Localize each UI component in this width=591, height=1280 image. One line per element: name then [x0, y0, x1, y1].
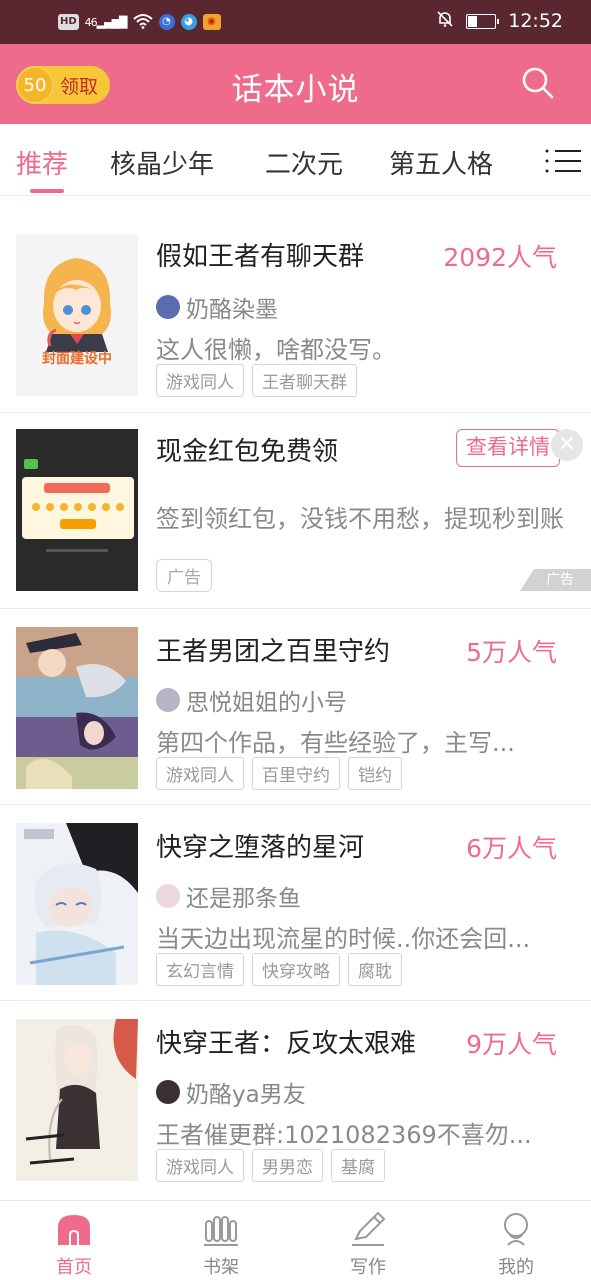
network-type: 46	[84, 15, 98, 29]
status-right: 12:52	[436, 10, 563, 32]
battery-level	[468, 15, 477, 27]
book-cover[interactable]: 封面建设中	[16, 234, 138, 396]
search-icon[interactable]	[521, 66, 555, 100]
book-description: 这人很懒，啥都没写。	[156, 336, 396, 364]
ad-item[interactable]: 现金红包免费领 查看详情 × 签到领红包，没钱不用愁，提现秒到账 广告 广告	[0, 412, 591, 608]
app-title: 话本小说	[231, 72, 360, 108]
tab-identity-v[interactable]: 第五人格	[389, 144, 493, 181]
weibo-icon: ◉	[202, 14, 221, 30]
tag[interactable]: 游戏同人	[156, 364, 244, 397]
ad-label: 广告	[156, 559, 212, 592]
tab-hejing-shaonian[interactable]: 核晶少年	[110, 144, 214, 181]
ad-cover[interactable]	[16, 429, 138, 591]
bookshelf-icon	[203, 1211, 239, 1247]
tag[interactable]: 男男恋	[252, 1149, 323, 1182]
home-icon	[56, 1211, 92, 1247]
avatar	[156, 295, 180, 319]
tag[interactable]: 玄幻言情	[156, 953, 244, 986]
tab-recommend[interactable]: 推荐	[16, 144, 68, 181]
tag[interactable]: 快穿攻略	[252, 953, 340, 986]
book-cover[interactable]	[16, 627, 138, 789]
hd-indicator: HD	[58, 14, 79, 30]
avatar	[156, 688, 180, 712]
popularity: 5万人气	[466, 638, 557, 667]
nav-home[interactable]: 首页	[14, 1209, 134, 1279]
browser-icon: ◕	[180, 14, 197, 30]
list-item[interactable]: 王者男团之百里守约 5万人气 思悦姐姐的小号 第四个作品，有些经验了，主写...…	[0, 608, 591, 804]
tag[interactable]: 王者聊天群	[252, 364, 357, 397]
bottom-nav: 首页 书架 写作 我的	[0, 1200, 591, 1280]
tag-list: 游戏同人 王者聊天群	[156, 364, 357, 397]
book-title[interactable]: 快穿之堕落的星河	[156, 827, 364, 864]
tag[interactable]: 百里守约	[252, 757, 340, 790]
book-title[interactable]: 王者男团之百里守约	[156, 631, 390, 668]
pen-icon	[350, 1211, 386, 1247]
ad-badge: 广告	[520, 569, 591, 591]
tab-erciyuan[interactable]: 二次元	[265, 144, 343, 181]
list-item[interactable]: 快穿王者：反攻太艰难 9万人气 奶酪ya男友 王者催更群:1021082369不…	[0, 1000, 591, 1198]
book-title[interactable]: 假如王者有聊天群	[156, 236, 364, 273]
nav-label: 首页	[56, 1257, 92, 1278]
menu-icon[interactable]	[545, 146, 585, 176]
author-row[interactable]: 奶酪ya男友	[156, 1075, 306, 1109]
tag[interactable]: 腐耽	[348, 953, 402, 986]
book-description: 第四个作品，有些经验了，主写...	[156, 729, 515, 757]
list-item[interactable]: 封面建设中 假如王者有聊天群 2092人气 奶酪染墨 这人很懒，啥都没写。 游戏…	[0, 214, 591, 410]
wifi-icon	[132, 13, 153, 32]
tag[interactable]: 基腐	[331, 1149, 385, 1182]
book-description: 当天边出现流星的时候..你还会回...	[156, 925, 531, 953]
book-cover[interactable]	[16, 823, 138, 985]
nav-bookshelf[interactable]: 书架	[161, 1209, 281, 1279]
nav-profile[interactable]: 我的	[456, 1209, 576, 1279]
book-cover[interactable]	[16, 1019, 138, 1181]
author-row[interactable]: 还是那条鱼	[156, 879, 301, 913]
active-tab-indicator	[30, 189, 64, 193]
tag-list: 玄幻言情 快穿攻略 腐耽	[156, 953, 402, 986]
tag[interactable]: 铠约	[348, 757, 402, 790]
book-description: 王者催更群:1021082369不喜勿...	[156, 1121, 532, 1149]
author-name: 奶酪染墨	[186, 297, 278, 323]
author-name: 还是那条鱼	[186, 886, 301, 912]
nav-label: 我的	[498, 1257, 534, 1278]
signal-icon: 46▂▄▆█	[84, 15, 128, 29]
messenger-icon: ◔	[158, 14, 175, 30]
bell-off-icon	[436, 10, 454, 32]
author-name: 奶酪ya男友	[186, 1082, 306, 1108]
ad-description: 签到领红包，没钱不用愁，提现秒到账	[156, 505, 564, 533]
tag[interactable]: 游戏同人	[156, 1149, 244, 1182]
battery-icon	[466, 13, 500, 29]
ad-title[interactable]: 现金红包免费领	[156, 431, 338, 468]
avatar	[156, 884, 180, 908]
popularity: 2092人气	[443, 243, 557, 272]
nav-label: 书架	[203, 1257, 239, 1278]
author-row[interactable]: 奶酪染墨	[156, 290, 278, 324]
close-icon[interactable]: ×	[551, 429, 583, 461]
tag[interactable]: 游戏同人	[156, 757, 244, 790]
cover-placeholder-text: 封面建设中	[42, 351, 112, 367]
nav-label: 写作	[350, 1257, 386, 1278]
clock: 12:52	[508, 10, 563, 32]
view-details-button[interactable]: 查看详情	[456, 429, 560, 467]
nav-write[interactable]: 写作	[308, 1209, 428, 1279]
tag-list: 游戏同人 百里守约 铠约	[156, 757, 402, 790]
category-tabs: 推荐 核晶少年 二次元 第五人格	[0, 124, 591, 196]
status-left: HD 46▂▄▆█ ◔ ◕ ◉	[58, 12, 221, 32]
book-title[interactable]: 快穿王者：反攻太艰难	[156, 1023, 416, 1060]
popularity: 6万人气	[466, 834, 557, 863]
tag-list: 游戏同人 男男恋 基腐	[156, 1149, 385, 1182]
author-name: 思悦姐姐的小号	[186, 690, 347, 716]
author-row[interactable]: 思悦姐姐的小号	[156, 683, 347, 717]
status-bar: HD 46▂▄▆█ ◔ ◕ ◉ 12:52	[0, 0, 591, 44]
list-item[interactable]: 快穿之堕落的星河 6万人气 还是那条鱼 当天边出现流星的时候..你还会回... …	[0, 804, 591, 1000]
app-header: 50 领取 话本小说	[0, 44, 591, 124]
popularity: 9万人气	[466, 1030, 557, 1059]
profile-icon	[498, 1211, 534, 1247]
avatar	[156, 1080, 180, 1104]
